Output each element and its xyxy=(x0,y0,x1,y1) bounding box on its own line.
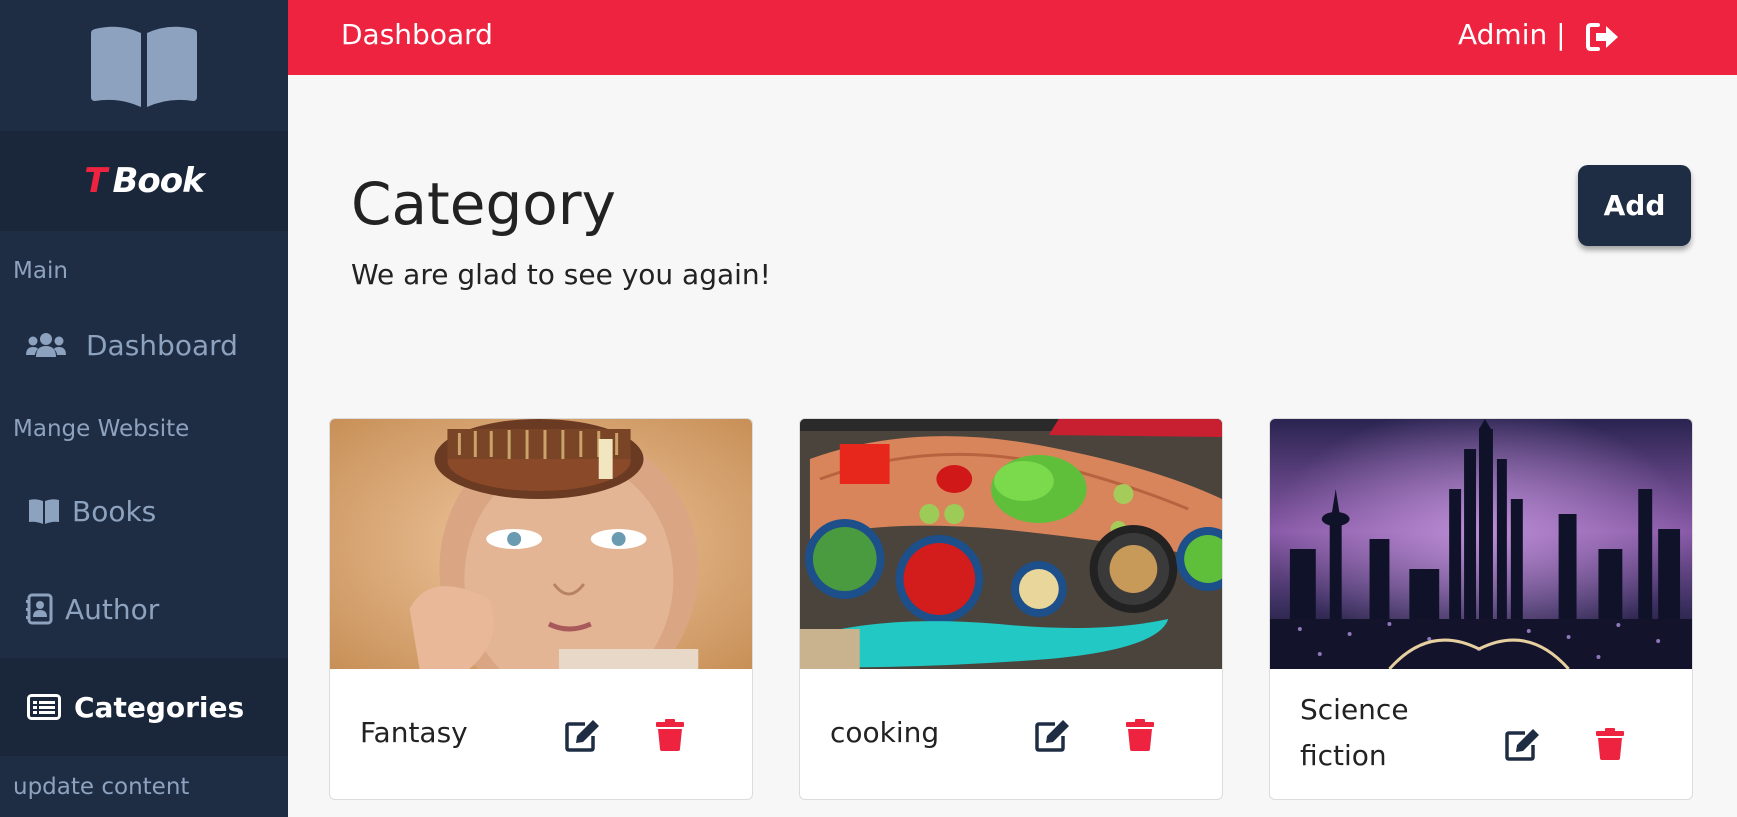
category-card: Fantasy xyxy=(329,418,753,800)
brand-prefix: T xyxy=(84,161,107,201)
sidebar-logo xyxy=(0,0,288,131)
category-name: Science fiction xyxy=(1300,693,1409,772)
category-image-cooking xyxy=(800,419,1222,669)
sidebar-item-label: Dashboard xyxy=(86,328,238,362)
edit-icon[interactable] xyxy=(1505,727,1541,761)
sidebar: T Book Main Dashboard Mange Website Book… xyxy=(0,0,288,817)
sidebar-item-author[interactable]: Author xyxy=(0,560,288,658)
sidebar-item-categories[interactable]: Categories xyxy=(0,658,288,756)
sidebar-item-books[interactable]: Books xyxy=(0,462,288,560)
list-icon xyxy=(26,694,62,720)
category-name: cooking xyxy=(830,716,940,749)
sidebar-item-label: Author xyxy=(65,592,160,626)
card-body: cooking xyxy=(800,669,1222,799)
category-card: cooking xyxy=(799,418,1223,800)
address-book-icon xyxy=(25,593,55,625)
category-card: Science fiction xyxy=(1269,418,1693,800)
sign-out-icon[interactable] xyxy=(1586,22,1620,52)
page-title: Category xyxy=(351,170,616,238)
trash-icon[interactable] xyxy=(655,718,685,752)
category-name: Fantasy xyxy=(360,716,468,749)
trash-icon[interactable] xyxy=(1125,718,1155,752)
card-body: Science fiction xyxy=(1270,669,1692,799)
sidebar-section-manage: Mange Website xyxy=(13,416,190,442)
topbar: Dashboard Admin | xyxy=(288,0,1737,75)
sidebar-section-update: update content xyxy=(13,774,190,800)
category-image-fantasy xyxy=(330,419,752,669)
sidebar-item-label: Categories xyxy=(74,690,245,724)
users-icon xyxy=(26,331,66,359)
brand-title[interactable]: T Book xyxy=(0,131,288,231)
card-body: Fantasy xyxy=(330,669,752,799)
sidebar-section-main: Main xyxy=(13,258,68,284)
brand-name: Book xyxy=(112,161,204,201)
admin-user-label[interactable]: Admin | xyxy=(1458,18,1566,51)
category-image-science-fiction xyxy=(1270,419,1692,669)
topbar-title[interactable]: Dashboard xyxy=(341,18,493,51)
page-subtitle: We are glad to see you again! xyxy=(351,258,771,291)
edit-icon[interactable] xyxy=(1035,718,1071,752)
add-category-button[interactable]: Add xyxy=(1578,165,1691,246)
sidebar-item-label: Books xyxy=(72,494,157,528)
edit-icon[interactable] xyxy=(565,718,601,752)
sidebar-item-dashboard[interactable]: Dashboard xyxy=(0,304,288,386)
book-logo-icon xyxy=(91,26,197,107)
book-icon xyxy=(26,498,62,524)
trash-icon[interactable] xyxy=(1595,727,1625,761)
